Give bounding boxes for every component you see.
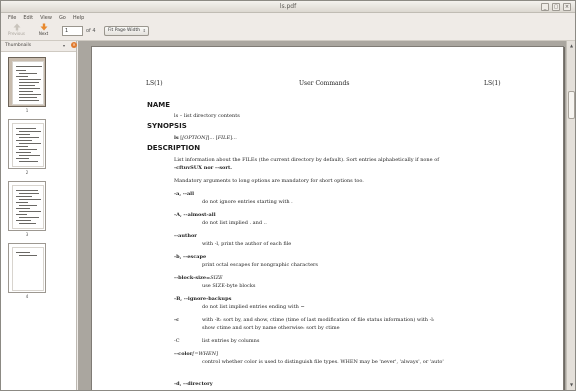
sidebar-header: Thumbnails ▾ × (1, 41, 77, 52)
name-heading: NAME (147, 101, 171, 109)
option-description: show ctime and sort by name otherwise: s… (202, 325, 340, 331)
window-controls: _ ▢ × (541, 3, 571, 11)
document-view[interactable]: LS(1) User Commands LS(1) NAME ls – list… (78, 41, 566, 390)
menu-view[interactable]: View (40, 15, 52, 21)
evince-window: ls.pdf _ ▢ × File Edit View Go Help Prev… (0, 0, 576, 391)
previous-label: Previous (8, 31, 25, 36)
header-left: LS(1) (146, 80, 163, 87)
option-description: do not list implied . and .. (202, 220, 267, 226)
option-name: -d, --directory (174, 381, 213, 387)
option-name: -c (174, 317, 180, 323)
header-right: LS(1) (484, 80, 501, 87)
menu-edit[interactable]: Edit (23, 15, 33, 21)
option-description: with -l, print the author of each file (202, 241, 292, 247)
arrow-down-icon (40, 23, 47, 31)
zoom-select[interactable]: Fit Page Width ⇕ (104, 26, 149, 36)
window-title: ls.pdf (279, 3, 297, 10)
chevron-down-icon[interactable]: ▾ (63, 43, 65, 48)
next-label: Next (38, 31, 49, 36)
description-line: Mandatory arguments to long options are … (174, 178, 364, 184)
description-heading: DESCRIPTION (147, 144, 201, 152)
option-description: use SIZE-byte blocks (202, 283, 256, 289)
thumbnail-label: 1 (25, 108, 29, 113)
minimize-button[interactable]: _ (541, 3, 549, 11)
option-name: -a, --all (174, 191, 194, 197)
option-name: -B, --ignore-backups (174, 296, 232, 302)
option-name: -b, --escape (174, 254, 207, 260)
option-description: do not ignore entries starting with . (202, 199, 293, 205)
option-description: list entries by columns (202, 338, 260, 344)
page-preview (12, 123, 44, 167)
header-center: User Commands (299, 80, 350, 87)
menu-file[interactable]: File (8, 15, 16, 21)
maximize-button[interactable]: ▢ (552, 3, 560, 11)
page-preview (12, 247, 44, 291)
next-button[interactable]: Next (34, 23, 53, 40)
title-bar[interactable]: ls.pdf _ ▢ × (1, 1, 575, 13)
description-line: -cftuvSUX nor --sort. (174, 165, 233, 171)
option-description: print octal escapes for nongraphic chara… (202, 262, 318, 268)
page-number-input[interactable]: 1 (62, 26, 83, 36)
description-line: List information about the FILEs (the cu… (174, 157, 440, 163)
page-preview (12, 61, 44, 105)
option-name: -A, --almost-all (174, 212, 216, 218)
thumbnail-label: 2 (25, 170, 29, 175)
zoom-value: Fit Page Width (108, 28, 141, 33)
thumbnail-page-1[interactable] (8, 57, 46, 107)
option-description: control whether color is used to disting… (202, 359, 444, 365)
page-count: of 4 (86, 28, 96, 34)
sidebar-mode-select[interactable]: Thumbnails (5, 43, 31, 48)
thumbnail-label: 3 (25, 232, 29, 237)
thumbnail-page-2[interactable] (8, 119, 46, 169)
option-name: -C (174, 338, 180, 344)
sidebar: Thumbnails ▾ × 1 2 3 4 (1, 41, 77, 390)
thumbnail-page-3[interactable] (8, 181, 46, 231)
vertical-scrollbar[interactable]: ▲ ▼ (566, 41, 575, 390)
scrollbar-thumb[interactable] (568, 91, 575, 119)
option-name: --color[=WHEN] (174, 351, 219, 357)
option-description: do not list implied entries ending with … (202, 304, 305, 310)
menu-help[interactable]: Help (73, 15, 84, 21)
scroll-down-icon[interactable]: ▼ (568, 381, 575, 388)
option-name: --author (174, 233, 197, 239)
page-preview (12, 185, 44, 229)
menu-bar: File Edit View Go Help (1, 13, 575, 22)
previous-button[interactable]: Previous (7, 23, 26, 40)
close-button[interactable]: × (563, 3, 571, 11)
thumbnail-page-4[interactable] (8, 243, 46, 293)
chevron-updown-icon: ⇕ (142, 28, 146, 33)
option-description: with -lt: sort by, and show, ctime (time… (202, 317, 435, 323)
menu-go[interactable]: Go (59, 15, 66, 21)
thumbnail-label: 4 (25, 294, 29, 299)
option-name: --block-size=SIZE (174, 275, 223, 281)
toolbar: Previous Next 1 of 4 Fit Page Width ⇕ (1, 22, 575, 41)
arrow-up-icon (13, 23, 20, 31)
synopsis-text: ls [[OPTION]]... [FILE]... (174, 135, 237, 141)
document-page: LS(1) User Commands LS(1) NAME ls – list… (91, 46, 564, 390)
close-icon[interactable]: × (71, 42, 77, 48)
scroll-up-icon[interactable]: ▲ (568, 42, 575, 49)
name-text: ls – list directory contents (174, 113, 240, 119)
synopsis-heading: SYNOPSIS (147, 122, 187, 130)
